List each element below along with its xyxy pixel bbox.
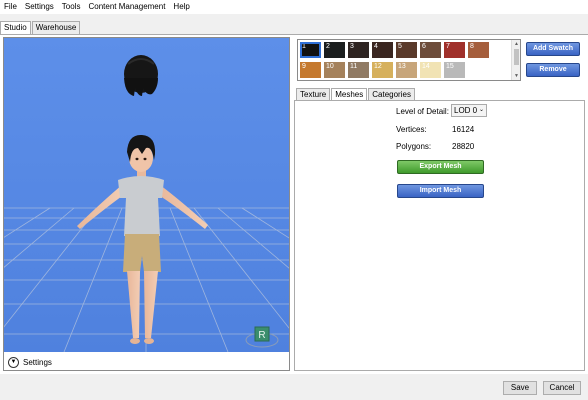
scene-render: R bbox=[4, 38, 289, 352]
remove-swatch-button[interactable]: Remove Swatch bbox=[526, 63, 580, 85]
swatch-13[interactable]: 13 bbox=[396, 62, 417, 78]
menu-tools[interactable]: Tools bbox=[58, 0, 85, 14]
tab-categories[interactable]: Categories bbox=[368, 88, 415, 100]
badge-label: R bbox=[258, 330, 265, 341]
menu-content-management[interactable]: Content Management bbox=[84, 0, 169, 14]
swatch-8[interactable]: 8 bbox=[468, 42, 489, 58]
viewport-3d[interactable]: R ▼ Settings bbox=[3, 37, 290, 371]
swatch-12[interactable]: 12 bbox=[372, 62, 393, 78]
polygons-value: 28820 bbox=[452, 142, 475, 151]
polygons-label: Polygons: bbox=[396, 142, 432, 151]
tab-texture[interactable]: Texture bbox=[296, 88, 331, 100]
cancel-button[interactable]: Cancel bbox=[543, 381, 581, 395]
swatch-15[interactable]: 15 bbox=[444, 62, 465, 78]
save-button[interactable]: Save bbox=[503, 381, 537, 395]
swatch-14[interactable]: 14 bbox=[420, 62, 441, 78]
scroll-thumb[interactable] bbox=[514, 49, 519, 65]
tab-studio[interactable]: Studio bbox=[0, 21, 31, 35]
vertices-value: 16124 bbox=[452, 125, 475, 134]
settings-bar[interactable]: ▼ Settings bbox=[4, 354, 289, 370]
swatch-10[interactable]: 10 bbox=[324, 62, 345, 78]
menu-file[interactable]: File bbox=[0, 0, 21, 14]
hair-preview bbox=[124, 55, 158, 96]
editor-tabs: Texture Meshes Categories bbox=[296, 88, 416, 101]
swatch-7[interactable]: 7 bbox=[444, 42, 465, 58]
scroll-down-icon[interactable]: ▼ bbox=[513, 73, 520, 79]
swatch-scrollbar[interactable]: ▲ ▼ bbox=[511, 40, 520, 80]
import-mesh-button[interactable]: Import Mesh bbox=[397, 184, 484, 198]
menu-bar: File Settings Tools Content Management H… bbox=[0, 0, 588, 14]
menu-help[interactable]: Help bbox=[169, 0, 193, 14]
chevron-down-icon[interactable]: ▼ bbox=[8, 356, 19, 368]
vertices-label: Vertices: bbox=[396, 125, 427, 134]
swatch-6[interactable]: 6 bbox=[420, 42, 441, 58]
swatch-9[interactable]: 9 bbox=[300, 62, 321, 78]
viewport-scene[interactable]: R bbox=[4, 38, 289, 352]
chevron-down-icon: ⌄ bbox=[478, 107, 484, 113]
settings-label[interactable]: Settings bbox=[23, 358, 52, 367]
lod-value: LOD 0 bbox=[454, 106, 478, 115]
menu-settings[interactable]: Settings bbox=[21, 0, 58, 14]
lod-label: Level of Detail: bbox=[396, 107, 449, 116]
swatch-5[interactable]: 5 bbox=[396, 42, 417, 58]
swatch-grid: 1 2 3 4 5 6 7 8 9 10 11 12 13 14 15 ▲ ▼ bbox=[297, 39, 521, 81]
export-mesh-button[interactable]: Export Mesh bbox=[397, 160, 484, 174]
swatch-11[interactable]: 11 bbox=[348, 62, 369, 78]
add-swatch-button[interactable]: Add Swatch bbox=[526, 42, 580, 56]
swatch-3[interactable]: 3 bbox=[348, 42, 369, 58]
scroll-up-icon[interactable]: ▲ bbox=[513, 41, 520, 47]
meshes-panel bbox=[294, 100, 585, 371]
lod-select[interactable]: LOD 0 ⌄ bbox=[451, 104, 487, 117]
swatch-4[interactable]: 4 bbox=[372, 42, 393, 58]
swatch-1[interactable]: 1 bbox=[300, 42, 321, 58]
main-tabs: Studio Warehouse bbox=[0, 21, 81, 35]
tab-warehouse[interactable]: Warehouse bbox=[31, 21, 81, 34]
swatch-2[interactable]: 2 bbox=[324, 42, 345, 58]
